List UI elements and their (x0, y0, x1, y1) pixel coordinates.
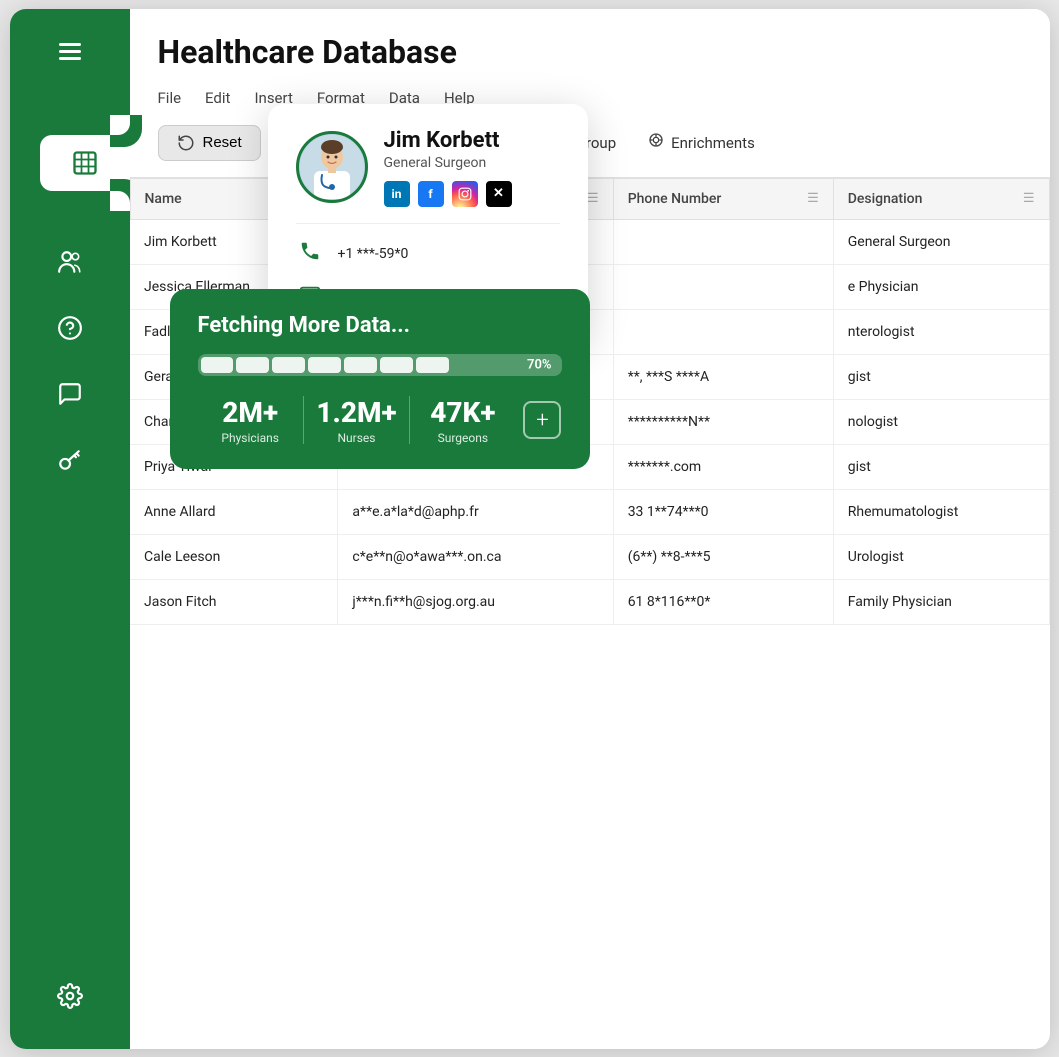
cell-phone: *******.com (613, 444, 833, 489)
popup-phone-row: +1 ***-59*0 (296, 232, 560, 276)
stat-nurses: 1.2M+ Nurses (304, 396, 409, 445)
stat-surgeons-number: 47K+ (410, 396, 515, 429)
popup-divider (296, 223, 560, 224)
sidebar-item-help[interactable] (10, 299, 130, 357)
table-row: Anne Allarda**e.a*la*d@aphp.fr33 1**74**… (130, 489, 1049, 534)
fetching-data-card: Fetching More Data... 70% 2M+ Physicians… (170, 289, 590, 469)
table-row: Jason Fitchj***n.fi**h@sjog.org.au61 8*1… (130, 579, 1049, 624)
sidebar (10, 9, 130, 1049)
stat-physicians: 2M+ Physicians (198, 396, 303, 445)
stat-surgeons: 47K+ Surgeons (410, 396, 515, 445)
cell-designation: nterologist (833, 309, 1049, 354)
cell-email: a**e.a*la*d@aphp.fr (338, 489, 613, 534)
stat-surgeons-label: Surgeons (410, 431, 515, 445)
col-menu-icon-phone[interactable]: ☰ (807, 191, 819, 206)
help-icon (57, 315, 83, 341)
cell-name: Cale Leeson (130, 534, 338, 579)
stat-physicians-label: Physicians (198, 431, 303, 445)
sidebar-item-people[interactable] (10, 233, 130, 291)
page-title: Healthcare Database (158, 33, 1022, 71)
cell-designation: Rhemumatologist (833, 489, 1049, 534)
menu-file[interactable]: File (158, 87, 182, 109)
table-row: Cale Leesonc*e**n@o*awa***.on.ca(6**) **… (130, 534, 1049, 579)
key-icon (57, 447, 83, 473)
sidebar-item-chat[interactable] (10, 365, 130, 423)
phone-icon (296, 240, 324, 268)
cell-name: Jason Fitch (130, 579, 338, 624)
cell-phone (613, 264, 833, 309)
settings-icon (57, 983, 83, 1009)
reset-label: Reset (203, 134, 242, 151)
progress-bar: 70% (198, 354, 562, 376)
avatar (296, 131, 368, 203)
col-header-phone[interactable]: Phone Number ☰ (613, 178, 833, 219)
x-icon[interactable]: ✕ (486, 181, 512, 207)
sidebar-item-key[interactable] (10, 431, 130, 489)
enrichments-button[interactable]: Enrichments (640, 126, 763, 159)
reset-icon (177, 134, 195, 152)
stat-nurses-label: Nurses (304, 431, 409, 445)
popup-phone: +1 ***-59*0 (338, 246, 409, 262)
spreadsheet-icon (71, 149, 99, 177)
cell-name: Anne Allard (130, 489, 338, 534)
fetching-title: Fetching More Data... (198, 313, 562, 338)
reset-button[interactable]: Reset (158, 125, 261, 161)
stats-row: 2M+ Physicians 1.2M+ Nurses 47K+ Surgeon… (198, 396, 562, 445)
cell-designation: Urologist (833, 534, 1049, 579)
cell-phone: 33 1**74***0 (613, 489, 833, 534)
cell-designation: nologist (833, 399, 1049, 444)
sidebar-item-sheets[interactable] (40, 135, 130, 191)
instagram-icon[interactable] (452, 181, 478, 207)
cell-designation: Family Physician (833, 579, 1049, 624)
stat-physicians-number: 2M+ (198, 396, 303, 429)
cell-phone (613, 309, 833, 354)
popup-profile: Jim Korbett General Surgeon in f ✕ (296, 128, 560, 207)
chat-icon (57, 381, 83, 407)
cell-designation: e Physician (833, 264, 1049, 309)
popup-name: Jim Korbett (384, 128, 512, 153)
popup-socials: in f ✕ (384, 181, 512, 207)
cell-email: c*e**n@o*awa***.on.ca (338, 534, 613, 579)
col-menu-icon-designation[interactable]: ☰ (1023, 191, 1035, 206)
cell-phone: 61 8*116**0* (613, 579, 833, 624)
stat-nurses-number: 1.2M+ (304, 396, 409, 429)
enrichments-icon (648, 132, 664, 153)
menu-edit[interactable]: Edit (205, 87, 230, 109)
col-header-designation[interactable]: Designation ☰ (833, 178, 1049, 219)
menu-icon[interactable] (10, 29, 130, 75)
enrichments-label: Enrichments (671, 134, 755, 152)
popup-info: Jim Korbett General Surgeon in f ✕ (384, 128, 512, 207)
col-menu-icon-email[interactable]: ☰ (587, 191, 599, 206)
cell-phone: (6**) **8-***5 (613, 534, 833, 579)
popup-job-title: General Surgeon (384, 155, 512, 171)
people-icon (57, 249, 83, 275)
cell-phone: **, ***S ****A (613, 354, 833, 399)
add-more-button[interactable]: + (523, 401, 561, 439)
cell-phone (613, 219, 833, 264)
cell-phone: **********N** (613, 399, 833, 444)
cell-designation: gist (833, 354, 1049, 399)
cell-designation: gist (833, 444, 1049, 489)
facebook-icon[interactable]: f (418, 181, 444, 207)
progress-percent: 70% (527, 357, 551, 372)
sidebar-item-settings[interactable] (10, 967, 130, 1029)
progress-fill (198, 354, 453, 376)
cell-email: j***n.fi**h@sjog.org.au (338, 579, 613, 624)
cell-designation: General Surgeon (833, 219, 1049, 264)
linkedin-icon[interactable]: in (384, 181, 410, 207)
